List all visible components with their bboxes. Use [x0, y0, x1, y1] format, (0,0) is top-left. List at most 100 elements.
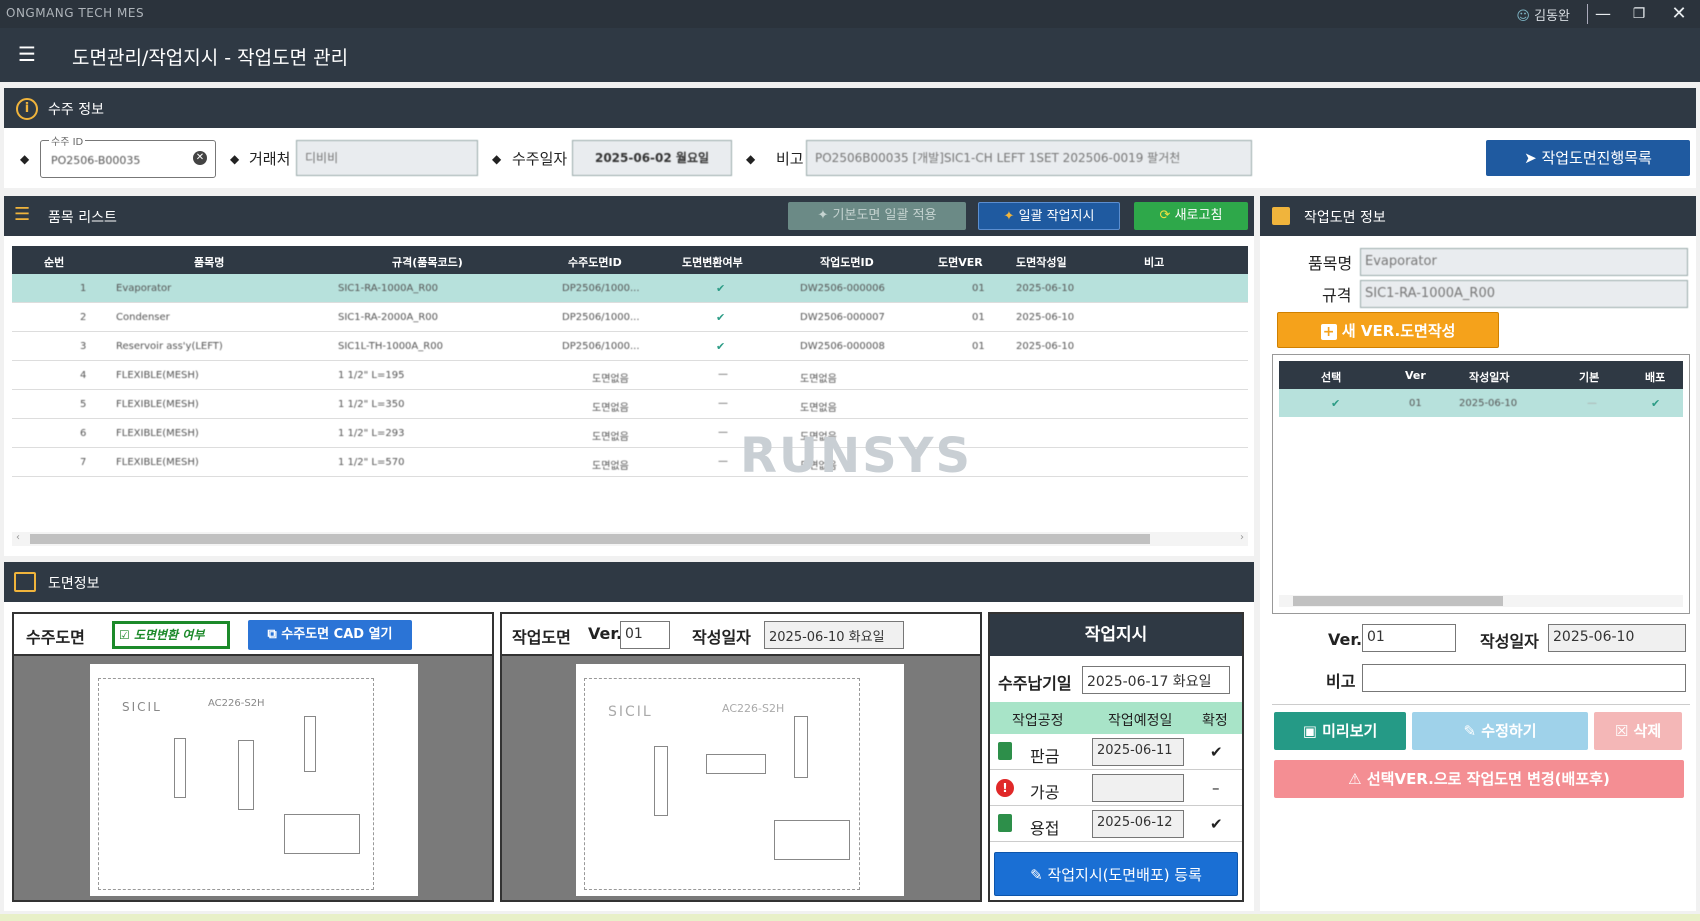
work-drawing-progress-button[interactable]: ➤ 작업도면진행목록	[1486, 140, 1690, 176]
close-icon[interactable]: ✕	[1664, 2, 1694, 26]
drawing-text: SICIL	[608, 704, 653, 720]
work-order-row[interactable]: ! 가공 –	[990, 770, 1242, 806]
list-icon: ☰	[14, 204, 31, 225]
spec-field: SIC1-RA-1000A_R00	[1360, 280, 1688, 308]
work-order-grid-header: 작업공정 작업예정일 확정	[990, 702, 1242, 734]
hamburger-menu-icon[interactable]: ☰	[18, 44, 36, 64]
row-order-dwg: 도면없음	[592, 403, 629, 414]
work-order-row[interactable]: 용접 2025-06-12 ✔	[990, 806, 1242, 842]
order-id-field[interactable]: 수주 ID PO2506-B00035 ✕	[40, 133, 216, 178]
preview-button[interactable]: ▣ 미리보기	[1274, 712, 1406, 750]
item-list-body: 순번 품목명 규격(품목코드) 수주도면ID 도면변환여부 작업도면ID 도면V…	[4, 236, 1254, 556]
table-row[interactable]: 7 FLEXIBLE(MESH) 1 1/2" L=570 도면없음 — 도면없…	[12, 448, 1248, 477]
table-row[interactable]: 1 Evaporator SIC1-RA-1000A_R00 DP2506/10…	[12, 274, 1248, 303]
bulk-work-order-button[interactable]: ✦ 일괄 작업지시	[978, 202, 1120, 230]
user-name[interactable]: ☺ 김동완	[1516, 5, 1570, 24]
work-drawing-image[interactable]: SICIL AC226-S2H	[576, 664, 904, 896]
written-date-label: 작성일자	[1480, 632, 1539, 651]
clear-icon[interactable]: ✕	[193, 151, 207, 165]
delete-button[interactable]: ☒ 삭제	[1594, 712, 1682, 750]
drawing-part	[174, 738, 186, 798]
row-work-dwg: 도면없음	[800, 403, 837, 414]
row-ver: 01	[972, 283, 985, 294]
scroll-right-icon[interactable]: ›	[1240, 532, 1244, 543]
note-field: PO2506B00035 [개발]SIC1-CH LEFT 1SET 20250…	[806, 140, 1252, 176]
restore-icon[interactable]: ❐	[1624, 2, 1654, 26]
drawing-part	[706, 754, 766, 774]
process-date[interactable]	[1092, 774, 1184, 802]
send-icon: ➤	[1524, 149, 1537, 167]
table-row[interactable]: 6 FLEXIBLE(MESH) 1 1/2" L=293 도면없음 — 도면없…	[12, 419, 1248, 448]
row-spec: 1 1/2" L=195	[338, 370, 405, 381]
row-name: FLEXIBLE(MESH)	[116, 370, 199, 381]
apply-default-drawing-button[interactable]: ✦ 기본도면 일괄 적용	[788, 202, 966, 230]
change-to-selected-version-button[interactable]: ⚠ 선택VER.으로 작업도면 변경(배포후)	[1274, 760, 1684, 798]
col-header: 작업도면ID	[820, 256, 874, 269]
order-info-header: i 수주 정보	[4, 88, 1696, 128]
scrollbar-thumb[interactable]	[30, 534, 1150, 544]
horizontal-scrollbar[interactable]: ‹ ›	[12, 532, 1248, 546]
order-id-label: 수주 ID	[49, 133, 86, 148]
col-header: 선택	[1321, 371, 1342, 384]
order-drawing-label: 수주도면	[26, 628, 85, 647]
row-order-dwg: 도면없음	[592, 461, 629, 472]
ver-input[interactable]: 01	[1362, 624, 1456, 652]
row-ver: 01	[972, 312, 985, 323]
warning-icon: ⚠	[1348, 770, 1362, 788]
row-name: Condenser	[116, 312, 170, 323]
order-info-title: 수주 정보	[48, 102, 104, 118]
col-header: 작성일자	[1469, 371, 1510, 384]
version-scrollbar[interactable]	[1279, 595, 1683, 607]
order-drawing-image[interactable]: SICIL AC226-S2H	[90, 664, 418, 896]
work-order-row[interactable]: 판금 2025-06-11 ✔	[990, 734, 1242, 770]
item-name-field: Evaporator	[1360, 248, 1688, 276]
row-name: FLEXIBLE(MESH)	[116, 399, 199, 410]
magic-wand-icon: ✦	[1003, 209, 1015, 224]
check-icon: ✔	[1210, 815, 1223, 833]
ver-input[interactable]: 01	[620, 621, 670, 649]
drawing-text: AC226-S2H	[722, 702, 785, 715]
table-row[interactable]: 5 FLEXIBLE(MESH) 1 1/2" L=350 도면없음 — 도면없…	[12, 390, 1248, 419]
pencil-icon: ✎	[1463, 722, 1477, 740]
scroll-left-icon[interactable]: ‹	[16, 532, 20, 543]
open-cad-button[interactable]: ⧉ 수주도면 CAD 열기	[248, 620, 412, 650]
document-icon	[998, 814, 1012, 832]
new-version-button[interactable]: + 새 VER.도면작성	[1277, 312, 1499, 348]
version-value: 01	[1409, 398, 1422, 409]
note-label: 비고	[1326, 672, 1356, 691]
col-header: 확정	[1202, 713, 1228, 729]
table-row[interactable]: 4 FLEXIBLE(MESH) 1 1/2" L=195 도면없음 — 도면없…	[12, 361, 1248, 390]
order-date-label: 수주일자	[512, 150, 568, 168]
row-order-dwg: DP2506/1000...	[562, 341, 640, 352]
work-order-title: 작업지시	[990, 614, 1242, 656]
converted-checkbox[interactable]: ☑ 도면변환 여부	[112, 621, 230, 649]
minimize-icon[interactable]: —	[1588, 2, 1618, 26]
col-header: 기본	[1579, 371, 1600, 384]
plus-icon: +	[1320, 324, 1337, 340]
info-icon: i	[16, 98, 38, 120]
row-name: FLEXIBLE(MESH)	[116, 428, 199, 439]
process-date[interactable]: 2025-06-11	[1092, 738, 1184, 766]
written-date-field: 2025-06-10	[1548, 624, 1686, 652]
table-row[interactable]: 2 Condenser SIC1-RA-2000A_R00 DP2506/100…	[12, 303, 1248, 332]
refresh-icon: ⟳	[1159, 208, 1171, 223]
col-header: 작업예정일	[1108, 713, 1173, 729]
col-header: 도면VER	[938, 256, 983, 269]
work-drawing-panel: 작업도면 Ver. 01 작성일자 2025-06-10 화요일 SICIL A…	[500, 612, 982, 902]
table-row[interactable]: 3 Reservoir ass'y(LEFT) SIC1L-TH-1000A_R…	[12, 332, 1248, 361]
process-date[interactable]: 2025-06-12	[1092, 810, 1184, 838]
row-ver: 01	[972, 341, 985, 352]
drawing-info-body: 수주도면 ☑ 도면변환 여부 ⧉ 수주도면 CAD 열기 SICIL AC226…	[4, 602, 1254, 911]
default-flag: —	[1587, 398, 1597, 409]
note-input[interactable]	[1362, 664, 1686, 692]
scrollbar-thumb[interactable]	[1293, 596, 1503, 606]
register-work-order-button[interactable]: ✎ 작업지시(도면배포) 등록	[994, 852, 1238, 896]
col-header: 순번	[44, 256, 65, 269]
refresh-button[interactable]: ⟳ 새로고침	[1134, 202, 1248, 230]
edit-button[interactable]: ✎ 수정하기	[1412, 712, 1588, 750]
version-grid: 선택 Ver 작성일자 기본 배포 ✔ 01 2025-06-10 — ✔	[1272, 354, 1690, 614]
version-row[interactable]: ✔ 01 2025-06-10 — ✔	[1279, 389, 1683, 417]
image-icon: ▣	[1302, 722, 1317, 740]
check-icon: ✔	[1210, 743, 1223, 761]
row-no: 5	[80, 399, 87, 410]
